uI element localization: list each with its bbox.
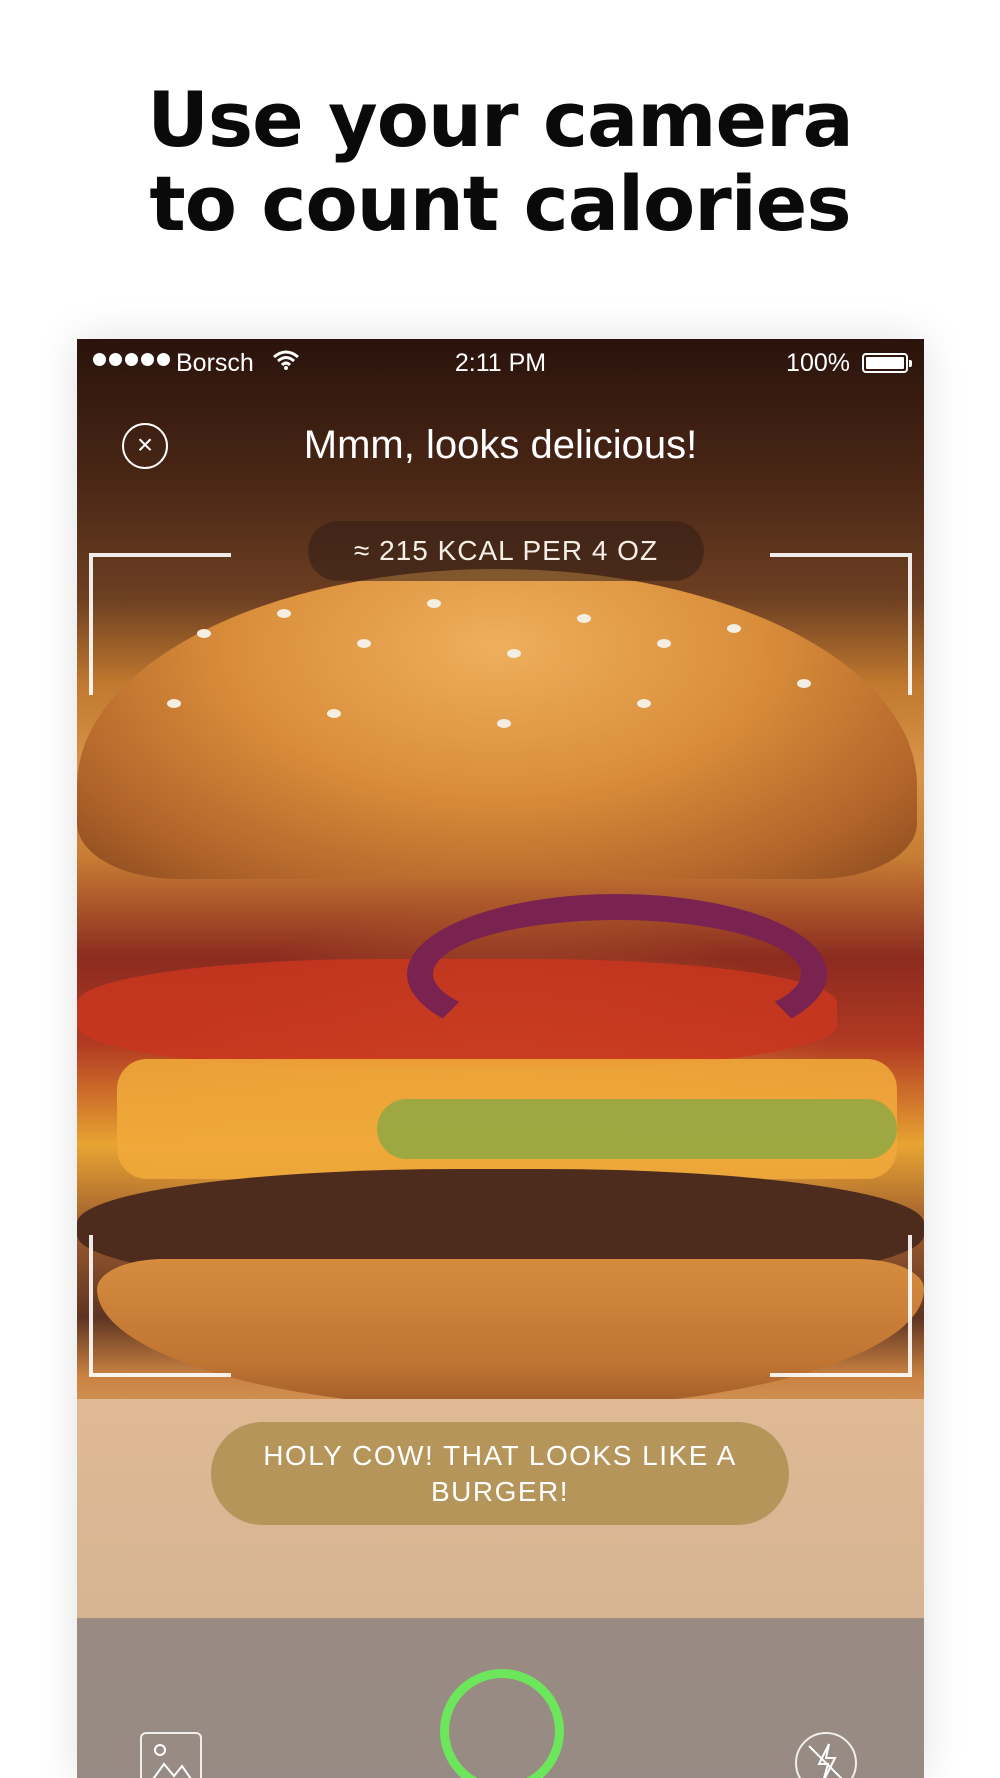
camera-title: Mmm, looks delicious!	[303, 423, 698, 467]
gallery-icon[interactable]	[140, 1732, 202, 1778]
viewfinder-corner-top-right	[770, 553, 912, 695]
status-bar: Borsch 2:11 PM 100%	[77, 339, 924, 387]
viewfinder-corner-bottom-left	[89, 1235, 231, 1377]
calorie-estimate-badge: ≈ 215 KCAL PER 4 OZ	[308, 521, 704, 581]
viewfinder-corner-bottom-right	[770, 1235, 912, 1377]
recognition-result-text: HOLY COW! THAT LOOKS LIKE A BURGER!	[263, 1439, 737, 1507]
flash-off-icon[interactable]	[795, 1732, 857, 1778]
recognition-result-banner[interactable]: HOLY COW! THAT LOOKS LIKE A BURGER!	[211, 1422, 789, 1525]
promo-headline: Use your camera to count calories	[0, 78, 1000, 246]
viewfinder-corner-top-left	[89, 553, 231, 695]
headline-line-1: Use your camera	[147, 75, 854, 164]
headline-line-2: to count calories	[149, 159, 851, 248]
battery-icon	[862, 353, 912, 373]
burger-photo-onion	[407, 894, 827, 1054]
burger-photo-lettuce	[377, 1099, 897, 1159]
phone-screen: Borsch 2:11 PM 100% × Mmm, looks delicio…	[77, 339, 924, 1778]
battery-percent: 100%	[786, 349, 850, 377]
